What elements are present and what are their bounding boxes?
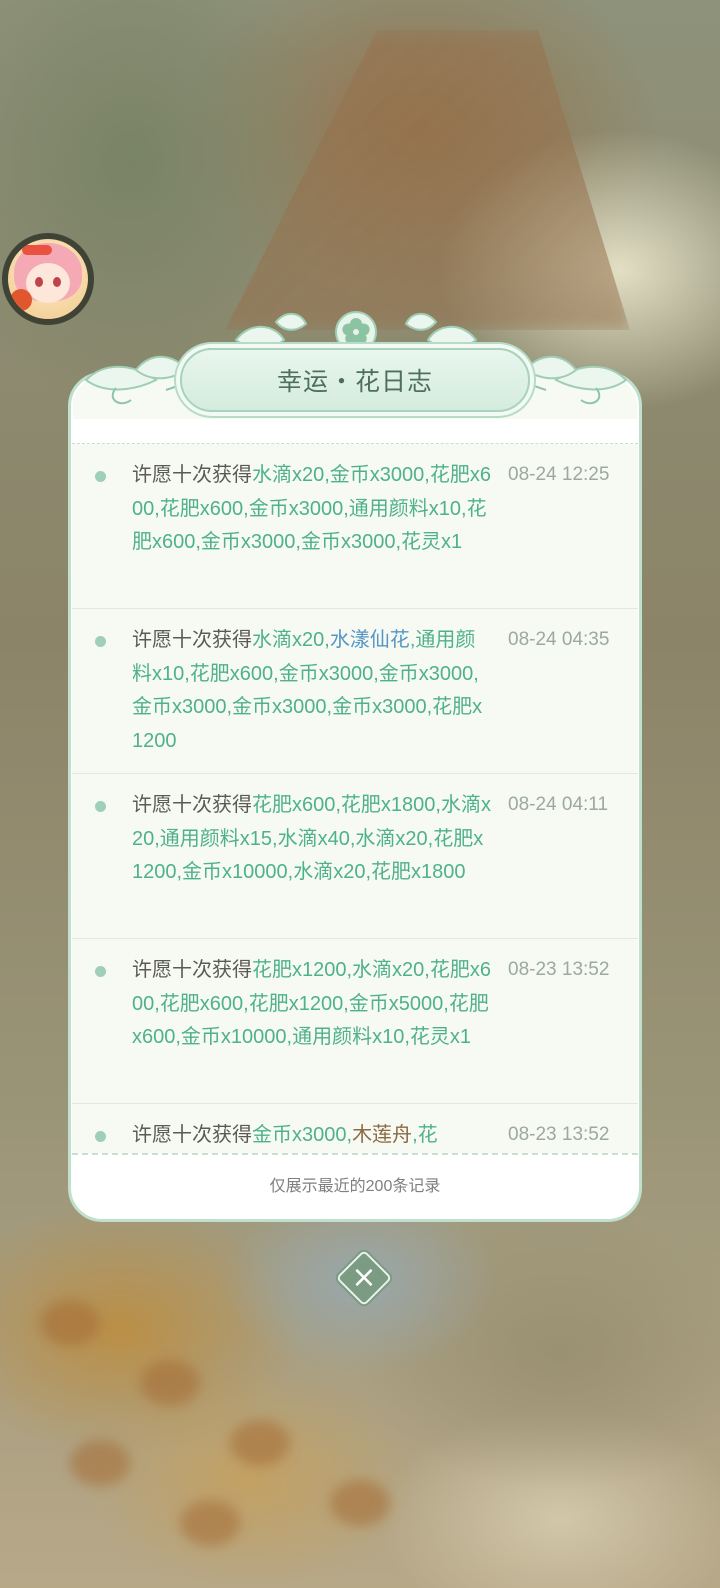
record-timestamp: 08-24 12:25	[508, 464, 610, 485]
list-item: 许愿十次获得金币x3000,木莲舟,花 08-23 13:52	[72, 1104, 638, 1153]
bullet-dot-icon	[95, 636, 106, 647]
cottage-roof-blurred	[225, 30, 630, 330]
bullet-dot-icon	[95, 801, 106, 812]
flower-emblem-icon	[335, 311, 377, 353]
record-reward-text: ,花	[412, 1124, 438, 1146]
title-plate: 幸运・花日志	[180, 348, 530, 412]
record-action-label: 许愿十次获得	[132, 629, 252, 651]
bullet-dot-icon	[95, 1131, 106, 1142]
list-item: 许愿十次获得花肥x1200,水滴x20,花肥x600,花肥x600,花肥x120…	[72, 939, 638, 1104]
close-icon: ×	[351, 1260, 377, 1295]
record-text: 许愿十次获得水滴x20,金币x3000,花肥x600,花肥x600,金币x300…	[132, 459, 492, 560]
list-item: 许愿十次获得水滴x20,金币x3000,花肥x600,花肥x600,金币x300…	[72, 444, 638, 609]
dialog-title: 幸运・花日志	[276, 368, 433, 396]
record-action-label: 许愿十次获得	[132, 1124, 252, 1146]
record-reward-text: 木莲舟	[352, 1124, 413, 1146]
record-action-label: 许愿十次获得	[132, 794, 252, 816]
record-text: 许愿十次获得水滴x20,水漾仙花,通用颜料x10,花肥x600,金币x3000,…	[132, 624, 492, 758]
record-timestamp: 08-24 04:11	[508, 794, 609, 815]
list-item: 许愿十次获得花肥x600,花肥x1800,水滴x20,通用颜料x15,水滴x40…	[72, 774, 638, 939]
record-timestamp: 08-23 13:52	[508, 959, 610, 980]
record-reward-text: 金币x3000,	[252, 1124, 353, 1146]
record-reward-text: 水滴x20,	[252, 629, 330, 651]
record-action-label: 许愿十次获得	[132, 959, 252, 981]
record-limit-note: 仅展示最近的200条记录	[269, 1178, 441, 1195]
record-text: 许愿十次获得金币x3000,木莲舟,花	[132, 1119, 492, 1153]
record-text: 许愿十次获得花肥x600,花肥x1800,水滴x20,通用颜料x15,水滴x40…	[132, 789, 492, 890]
avatar-portrait	[8, 239, 88, 319]
record-timestamp: 08-23 13:52	[508, 1124, 610, 1145]
record-action-label: 许愿十次获得	[132, 464, 252, 486]
record-reward-text: 水漾仙花	[329, 629, 410, 651]
bullet-dot-icon	[95, 966, 106, 977]
wish-record-list[interactable]: 许愿十次获得水滴x20,金币x3000,花肥x600,花肥x600,金币x300…	[72, 443, 638, 1155]
bullet-dot-icon	[95, 471, 106, 482]
record-text: 许愿十次获得花肥x1200,水滴x20,花肥x600,花肥x600,花肥x120…	[132, 954, 492, 1055]
record-timestamp: 08-24 04:35	[508, 629, 610, 650]
list-item: 许愿十次获得水滴x20,水漾仙花,通用颜料x10,花肥x600,金币x3000,…	[72, 609, 638, 774]
